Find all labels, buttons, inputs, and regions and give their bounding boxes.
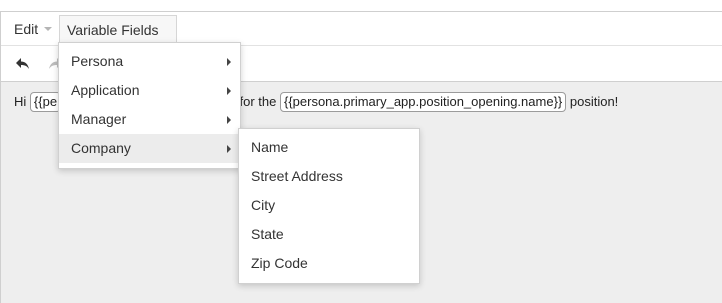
submenu-item-city[interactable]: City (239, 191, 419, 220)
suffix-text: position! (569, 94, 619, 109)
menu-item-label: Company (71, 140, 131, 156)
submenu-item-street-address[interactable]: Street Address (239, 162, 419, 191)
edit-menu-label: Edit (14, 21, 39, 37)
submenu-item-label: Name (251, 139, 289, 155)
variable-fields-menu-button[interactable]: Variable Fields (59, 15, 177, 61)
submenu-item-label: State (251, 226, 284, 242)
menubar: Edit Variable Fields (1, 12, 722, 61)
edit-menu-button[interactable]: Edit (7, 15, 59, 43)
menu-item-label: Application (71, 82, 140, 98)
company-submenu: Name Street Address City State Zip Code (238, 128, 420, 284)
variable-chip-persona[interactable]: {{pe (29, 92, 62, 112)
variable-chip-position[interactable]: {{persona.primary_app.position_opening.n… (279, 92, 567, 112)
chevron-right-icon (227, 58, 231, 66)
menu-item-persona[interactable]: Persona (59, 47, 240, 76)
variable-fields-label: Variable Fields (67, 22, 159, 38)
chevron-down-icon (44, 27, 53, 32)
undo-icon[interactable] (13, 54, 33, 74)
menu-item-label: Manager (71, 111, 127, 127)
greeting-text: Hi (14, 94, 27, 109)
variable-fields-dropdown: Persona Application Manager Company (58, 42, 241, 169)
submenu-item-label: Zip Code (251, 255, 308, 271)
chevron-right-icon (227, 145, 231, 153)
submenu-item-name[interactable]: Name (239, 133, 419, 162)
submenu-item-zip-code[interactable]: Zip Code (239, 249, 419, 278)
submenu-item-label: Street Address (251, 168, 343, 184)
menu-item-manager[interactable]: Manager (59, 105, 240, 134)
menu-item-label: Persona (71, 53, 124, 69)
menu-item-company[interactable]: Company (59, 134, 240, 163)
submenu-item-state[interactable]: State (239, 220, 419, 249)
chevron-right-icon (227, 87, 231, 95)
menu-item-application[interactable]: Application (59, 76, 240, 105)
chevron-right-icon (227, 116, 231, 124)
submenu-item-label: City (251, 197, 276, 213)
